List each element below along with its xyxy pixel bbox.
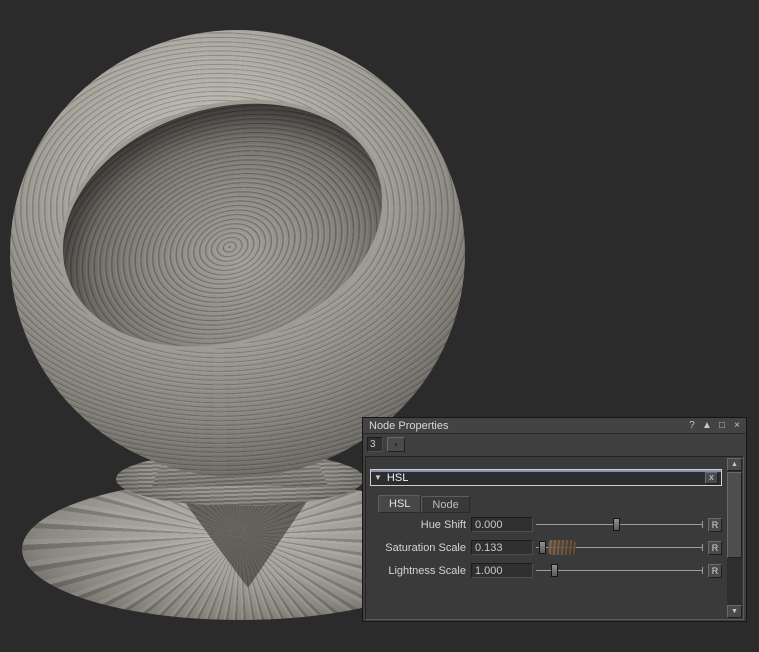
reset-button[interactable]: R [708, 518, 722, 532]
param-value-input[interactable] [471, 563, 533, 578]
node-header-label: HSL [387, 472, 408, 484]
help-icon[interactable]: ? [686, 420, 698, 432]
drag-cursor-artifact [548, 540, 576, 555]
param-label: Saturation Scale [368, 542, 468, 554]
param-row-lightness-scale: Lightness Scale R [368, 563, 722, 578]
reset-button[interactable]: R [708, 541, 722, 555]
reset-button[interactable]: R [708, 564, 722, 578]
properties-area: ▼ HSL x HSL Node Hue Shift R Saturation … [365, 456, 744, 620]
collapse-icon[interactable]: ▼ [374, 473, 382, 482]
panel-toolbar: ▪ [363, 434, 746, 454]
slider-handle[interactable] [539, 541, 546, 554]
param-value-input[interactable] [471, 540, 533, 555]
slider-handle[interactable] [551, 564, 558, 577]
param-label: Lightness Scale [368, 565, 468, 577]
preview-sphere [10, 30, 465, 477]
remove-node-button[interactable]: x [705, 472, 718, 484]
locate-node-button[interactable]: ▪ [387, 437, 405, 452]
panel-titlebar[interactable]: Node Properties ? ▲ □ × [363, 418, 746, 434]
panel-title: Node Properties [369, 420, 449, 432]
tab-bar: HSL Node [378, 495, 470, 513]
node-header[interactable]: ▼ HSL x [370, 469, 722, 486]
restore-icon[interactable]: □ [716, 420, 728, 432]
shade-icon[interactable]: ▲ [701, 420, 713, 432]
scroll-down-button[interactable]: ▼ [727, 605, 742, 618]
titlebar-icons: ? ▲ □ × [686, 420, 743, 432]
tab-node[interactable]: Node [421, 496, 469, 513]
scrollbar[interactable]: ▲ ▼ [727, 458, 742, 618]
param-value-input[interactable] [471, 517, 533, 532]
parameter-rows: Hue Shift R Saturation Scale R Lightness… [368, 517, 722, 578]
param-slider[interactable] [536, 518, 705, 531]
param-label: Hue Shift [368, 519, 468, 531]
slider-handle[interactable] [613, 518, 620, 531]
close-icon[interactable]: × [731, 420, 743, 432]
node-index-input[interactable] [367, 437, 383, 452]
preview-sphere-bowl [26, 59, 419, 391]
scroll-up-button[interactable]: ▲ [727, 458, 742, 471]
param-slider[interactable] [536, 541, 705, 554]
param-slider[interactable] [536, 564, 705, 577]
scroll-thumb[interactable] [727, 472, 742, 558]
tab-hsl[interactable]: HSL [378, 495, 421, 513]
param-row-hue-shift: Hue Shift R [368, 517, 722, 532]
locate-icon: ▪ [395, 440, 398, 449]
param-row-saturation-scale: Saturation Scale R [368, 540, 722, 555]
node-properties-panel: Node Properties ? ▲ □ × ▪ ▼ HSL x HSL No… [362, 417, 747, 622]
